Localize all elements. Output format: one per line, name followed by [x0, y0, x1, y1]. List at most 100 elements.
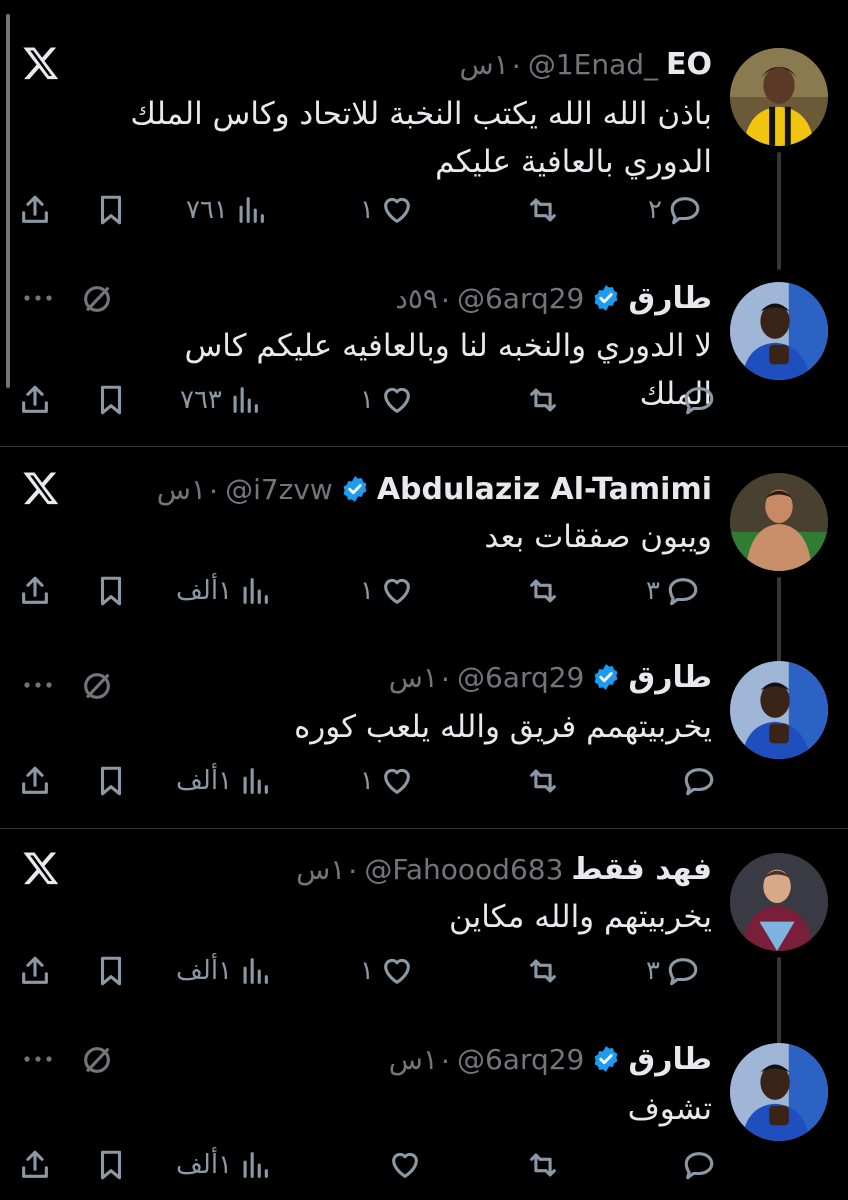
views-icon: [233, 387, 258, 413]
retweet-icon: [530, 198, 556, 222]
retweet-button[interactable]: [526, 949, 560, 993]
avatar[interactable]: [730, 1043, 828, 1141]
timestamp[interactable]: ١٠س: [157, 473, 221, 506]
timestamp[interactable]: ١٠س: [296, 853, 360, 886]
views-icon: [243, 768, 268, 794]
more-button[interactable]: [22, 675, 54, 695]
heart-icon: [392, 1152, 418, 1178]
like-button[interactable]: ١: [360, 949, 414, 993]
like-count: ١: [360, 195, 374, 225]
views-button[interactable]: ٧٦٣: [180, 378, 262, 422]
views-button[interactable]: ١ألف: [176, 569, 272, 613]
share-button[interactable]: [18, 378, 52, 422]
bookmark-button[interactable]: [94, 1143, 128, 1187]
avatar[interactable]: [730, 282, 828, 380]
timestamp[interactable]: ١٠س: [389, 1043, 453, 1076]
grok-icon: [84, 286, 110, 312]
retweet-icon: [530, 579, 556, 603]
bookmark-button[interactable]: [94, 949, 128, 993]
like-button[interactable]: [382, 1143, 422, 1187]
bookmark-icon: [100, 766, 122, 796]
share-icon: [22, 766, 48, 794]
retweet-button[interactable]: [526, 759, 560, 803]
views-button[interactable]: ١ألف: [176, 759, 272, 803]
tweet-header: طارق @6arq29 ١٠س: [389, 657, 712, 697]
bookmark-icon: [100, 956, 122, 986]
x-logo-icon: [22, 849, 60, 887]
action-bar: ١ألف: [0, 1143, 848, 1187]
tweet-text: يخربيتهم والله مكاين: [112, 893, 712, 941]
avatar[interactable]: [730, 661, 828, 759]
avatar[interactable]: [730, 48, 828, 146]
bookmark-button[interactable]: [94, 378, 128, 422]
display-name[interactable]: طارق: [628, 1042, 712, 1077]
share-icon: [22, 195, 48, 223]
bookmark-button[interactable]: [94, 569, 128, 613]
reply-icon: [684, 768, 714, 796]
handle[interactable]: @6arq29: [457, 282, 584, 315]
tweet-header: فهد فقط @Fahoood683 ١٠س: [296, 849, 712, 889]
reply-button[interactable]: ٢: [648, 188, 702, 232]
timestamp[interactable]: ١٠س: [389, 661, 453, 694]
display-name[interactable]: فهد فقط: [571, 852, 712, 887]
reply-button[interactable]: [676, 759, 716, 803]
reply-button[interactable]: ٣: [646, 949, 700, 993]
like-button[interactable]: ١: [360, 378, 414, 422]
like-count: ١: [360, 385, 374, 415]
action-bar: ١ألف ١: [0, 759, 848, 803]
views-button[interactable]: ١ألف: [176, 1143, 272, 1187]
more-button[interactable]: [22, 288, 54, 308]
display-name[interactable]: Abdulaziz Al-Tamimi: [377, 472, 712, 507]
tweet-text: يخربيتهمم فريق والله يلعب كوره: [112, 703, 712, 751]
tweet-header: طارق @6arq29 ٥٩٠د: [395, 278, 712, 318]
share-button[interactable]: [18, 188, 52, 232]
grok-icon: [84, 673, 110, 699]
handle[interactable]: @Fahoood683: [364, 853, 563, 886]
retweet-button[interactable]: [526, 188, 560, 232]
grok-button[interactable]: [80, 669, 114, 703]
reply-count: ٣: [646, 956, 660, 986]
bookmark-button[interactable]: [94, 188, 128, 232]
share-button[interactable]: [18, 569, 52, 613]
bookmark-button[interactable]: [94, 759, 128, 803]
reply-button[interactable]: [676, 1143, 716, 1187]
handle[interactable]: @i7zvw: [225, 473, 333, 506]
display-name[interactable]: EO: [666, 47, 712, 82]
action-bar: ٧٦٣ ١: [0, 378, 848, 422]
like-button[interactable]: ١: [360, 569, 414, 613]
avatar[interactable]: [730, 853, 828, 951]
views-button[interactable]: ١ألف: [176, 949, 272, 993]
display-name[interactable]: طارق: [628, 281, 712, 316]
avatar[interactable]: [730, 473, 828, 571]
grok-button[interactable]: [80, 282, 114, 316]
reply-button[interactable]: ٣: [646, 569, 700, 613]
reply-count: ٣: [646, 576, 660, 606]
timestamp[interactable]: ١٠س: [460, 48, 524, 81]
bookmark-icon: [100, 576, 122, 606]
tweet-text: باذن الله الله يكتب النخبة للاتحاد وكاس …: [112, 90, 712, 186]
verified-badge-icon: [594, 664, 618, 690]
more-button[interactable]: [22, 1049, 54, 1069]
retweet-button[interactable]: [526, 569, 560, 613]
tweet-text: ويبون صفقات بعد: [112, 513, 712, 561]
grok-button[interactable]: [80, 1043, 114, 1077]
bookmark-icon: [100, 195, 122, 225]
share-button[interactable]: [18, 1143, 52, 1187]
like-button[interactable]: ١: [360, 759, 414, 803]
display-name[interactable]: طارق: [628, 660, 712, 695]
retweet-button[interactable]: [526, 378, 560, 422]
bookmark-icon: [100, 385, 122, 415]
reply-icon: [684, 1152, 714, 1180]
like-button[interactable]: ١: [360, 188, 414, 232]
retweet-button[interactable]: [526, 1143, 560, 1187]
quote-thread-1: EO @1Enad_ ١٠س باذن الله الله يكتب النخب…: [0, 0, 848, 446]
heart-icon: [384, 958, 410, 984]
handle[interactable]: @1Enad_: [528, 48, 658, 81]
reply-button[interactable]: [676, 378, 716, 422]
share-button[interactable]: [18, 759, 52, 803]
share-button[interactable]: [18, 949, 52, 993]
handle[interactable]: @6arq29: [457, 661, 584, 694]
views-button[interactable]: ٧٦١: [186, 188, 268, 232]
timestamp[interactable]: ٥٩٠د: [395, 282, 453, 315]
handle[interactable]: @6arq29: [457, 1043, 584, 1076]
